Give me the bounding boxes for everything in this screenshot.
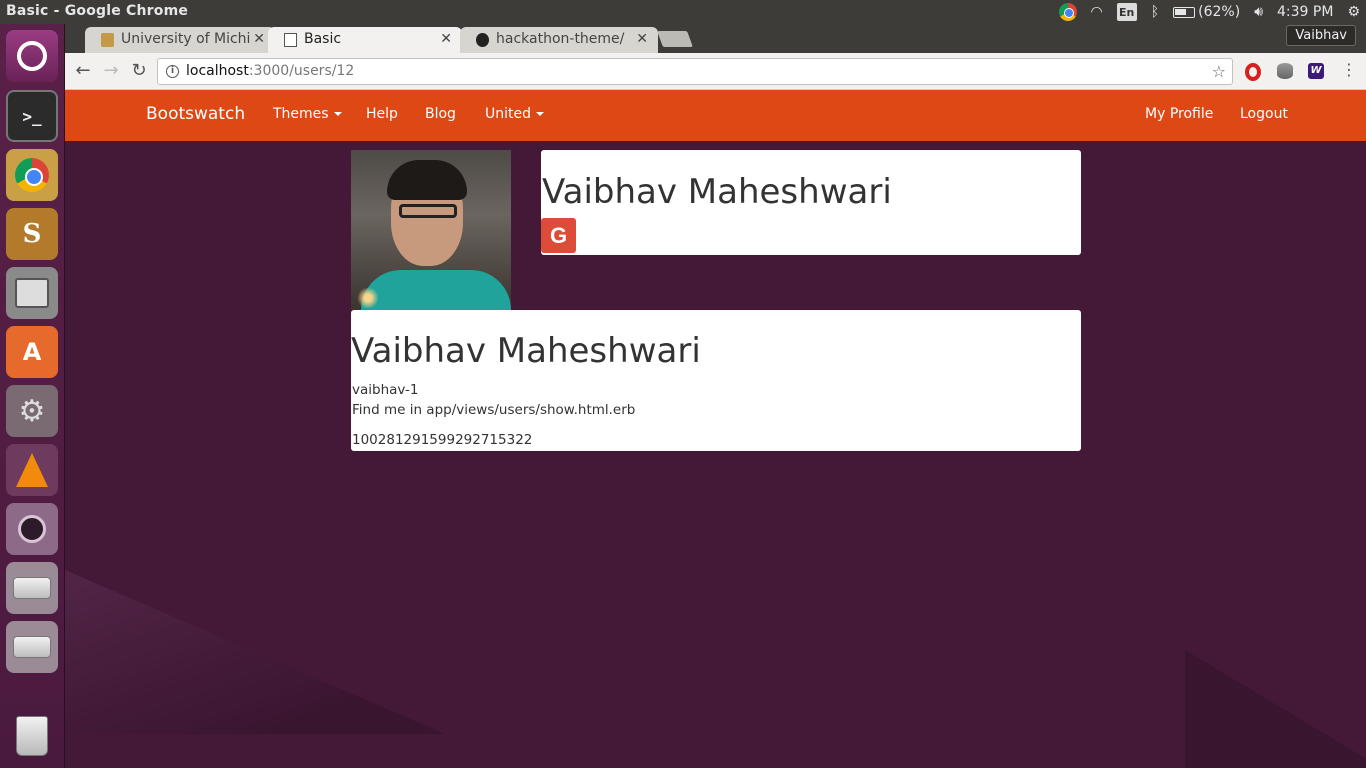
caret-down-icon [536, 112, 544, 116]
drive-launcher-1[interactable] [6, 562, 58, 614]
tab-close-icon[interactable]: ✕ [636, 27, 648, 52]
github-icon [476, 33, 489, 47]
url-host: localhost [186, 63, 249, 79]
battery-percent: (62%) [1198, 4, 1241, 20]
drive-launcher-2[interactable] [6, 621, 58, 673]
clock[interactable]: 4:39 PM [1277, 4, 1333, 20]
tab-strip: University of Michi ✕ Basic ✕ hackathon-… [65, 24, 1366, 53]
opera-extension-icon[interactable] [1245, 63, 1261, 81]
vlc-launcher[interactable] [6, 444, 58, 496]
profile-chip[interactable]: Vaibhav [1286, 25, 1356, 46]
tab-basic[interactable]: Basic ✕ [268, 27, 462, 53]
keyboard-layout-indicator[interactable]: En [1116, 3, 1137, 21]
navbar-brand[interactable]: Bootswatch [146, 104, 245, 124]
sublime-text-launcher[interactable]: S [6, 208, 58, 260]
photo-shirt [361, 270, 511, 310]
settings-gear-icon: ⚙ [18, 393, 46, 429]
files-launcher[interactable] [6, 267, 58, 319]
webcam-launcher[interactable] [6, 503, 58, 555]
nav-my-profile[interactable]: My Profile [1145, 106, 1213, 122]
site-navbar: Bootswatch Themes Help Blog United My Pr… [65, 90, 1366, 141]
nav-blog[interactable]: Blog [425, 106, 456, 122]
launcher: >_ S A ⚙ [0, 24, 65, 768]
tab-label: University of Michi [121, 31, 251, 47]
dash-home-button[interactable] [6, 30, 58, 82]
photo-lights [353, 288, 383, 308]
tab-favicon-icon [101, 33, 114, 47]
nav-themes-dropdown[interactable]: Themes [273, 106, 342, 122]
chrome-launcher[interactable] [6, 149, 58, 201]
system-settings-launcher[interactable]: ⚙ [6, 385, 58, 437]
background-shape [65, 570, 445, 734]
browser-toolbar: ← → ↻ i localhost:3000/users/12 ☆ W ⋮ [65, 53, 1366, 90]
google-icon[interactable]: G [541, 218, 576, 253]
page-viewport: Bootswatch Themes Help Blog United My Pr… [65, 90, 1366, 768]
caret-down-icon [333, 112, 342, 116]
nav-united-dropdown[interactable]: United [485, 106, 544, 122]
trash-launcher[interactable] [6, 710, 58, 762]
profile-name-heading: Vaibhav Maheshwari [542, 172, 892, 212]
ubuntu-logo-icon [17, 41, 47, 71]
wifi-icon[interactable]: ◠ [1091, 4, 1103, 20]
chrome-icon [15, 158, 49, 192]
bookmark-star-icon[interactable]: ☆ [1212, 59, 1226, 84]
tab-university[interactable]: University of Michi ✕ [85, 27, 275, 53]
background-shape [1185, 650, 1366, 768]
file-cabinet-icon [15, 278, 49, 308]
profile-header-card: Vaibhav Maheshwari G [541, 150, 1081, 255]
chrome-indicator-icon[interactable] [1058, 3, 1077, 21]
profile-username: vaibhav-1 [352, 382, 419, 398]
forward-arrow-icon[interactable]: → [99, 60, 123, 82]
nav-logout[interactable]: Logout [1240, 106, 1288, 122]
photo-glasses [399, 204, 457, 218]
trash-icon [16, 716, 48, 756]
sublime-icon: S [22, 219, 42, 249]
battery-icon [1173, 6, 1196, 18]
tab-label: Basic [304, 31, 342, 47]
database-extension-icon[interactable] [1277, 63, 1293, 79]
template-note: Find me in app/views/users/show.html.erb [352, 402, 636, 418]
tab-close-icon[interactable]: ✕ [253, 27, 265, 52]
photo-hair [387, 160, 467, 200]
profile-details-name: Vaibhav Maheshwari [351, 331, 701, 371]
window-title: Basic - Google Chrome [6, 3, 189, 19]
document-icon [284, 33, 297, 47]
session-gear-icon[interactable]: ⚙ [1347, 4, 1360, 20]
camera-icon [18, 515, 46, 543]
nav-united-label: United [485, 106, 531, 122]
reload-icon[interactable]: ↻ [127, 60, 151, 82]
terminal-icon: >_ [22, 106, 42, 126]
system-top-bar: Basic - Google Chrome ◠ En ᛒ (62%) 🔊︎ 4:… [0, 0, 1366, 24]
nav-themes-label: Themes [273, 106, 329, 122]
w-extension-icon[interactable]: W [1308, 63, 1324, 79]
hard-drive-icon [13, 577, 51, 599]
tab-hackathon-theme[interactable]: hackathon-theme/ ✕ [460, 27, 658, 53]
profile-details-card: Vaibhav Maheshwari vaibhav-1 Find me in … [351, 310, 1081, 451]
info-icon[interactable]: i [166, 65, 179, 78]
tab-close-icon[interactable]: ✕ [440, 27, 452, 52]
tab-label: hackathon-theme/ [496, 31, 625, 47]
system-tray: ◠ En ᛒ (62%) 🔊︎ 4:39 PM ⚙ [1058, 0, 1360, 24]
back-arrow-icon[interactable]: ← [71, 60, 95, 82]
bluetooth-icon[interactable]: ᛒ [1151, 4, 1159, 20]
shopping-bag-icon: A [22, 338, 42, 366]
new-tab-button[interactable] [657, 31, 693, 47]
nav-help[interactable]: Help [366, 106, 398, 122]
address-bar[interactable]: i localhost:3000/users/12 ☆ [157, 58, 1233, 85]
vlc-cone-icon [16, 453, 48, 487]
software-center-launcher[interactable]: A [6, 326, 58, 378]
volume-icon[interactable]: 🔊︎ [1254, 4, 1263, 20]
profile-uid: 100281291599292715322 [352, 432, 533, 448]
url-path: :3000/users/12 [248, 63, 355, 79]
url-text: localhost:3000/users/12 [186, 59, 354, 84]
profile-photo [351, 150, 511, 310]
terminal-launcher[interactable]: >_ [6, 90, 58, 142]
battery-indicator[interactable]: (62%) [1173, 4, 1240, 20]
hard-drive-icon [13, 636, 51, 658]
chrome-menu-icon[interactable]: ⋮ [1341, 60, 1357, 79]
